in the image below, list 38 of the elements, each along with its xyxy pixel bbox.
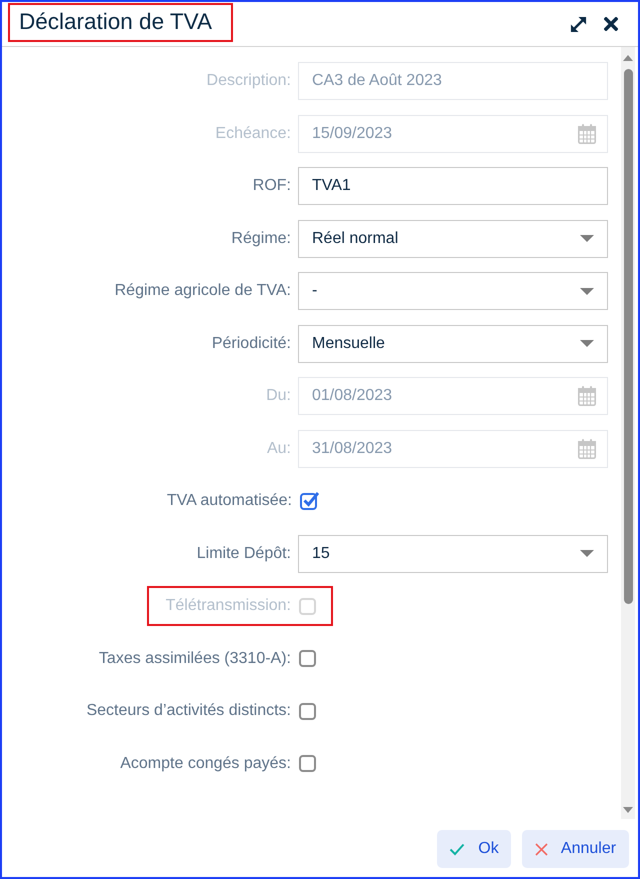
dropdown[interactable]: - bbox=[298, 272, 608, 310]
dropdown[interactable]: 15 bbox=[298, 534, 608, 572]
field-label: Périodicité: bbox=[212, 334, 291, 354]
window-title: Déclaration de TVA bbox=[19, 11, 212, 34]
ok-button[interactable]: Ok bbox=[437, 830, 511, 868]
caret-icon[interactable] bbox=[580, 550, 594, 557]
scrollbar-thumb[interactable] bbox=[624, 69, 632, 604]
checkbox[interactable] bbox=[300, 490, 319, 510]
checkbox[interactable] bbox=[299, 702, 316, 720]
checkbox[interactable] bbox=[299, 650, 316, 667]
cancel-button[interactable]: Annuler bbox=[522, 830, 629, 868]
checkbox[interactable] bbox=[299, 755, 316, 772]
dropdown[interactable]: Réel normal bbox=[298, 220, 608, 258]
field-label: Limite Dépôt: bbox=[196, 544, 291, 564]
close-icon[interactable] bbox=[604, 17, 618, 31]
field-label: Acompte congés payés: bbox=[120, 754, 291, 774]
dropdown[interactable]: Mensuelle bbox=[298, 324, 608, 362]
expand-icon[interactable] bbox=[570, 16, 587, 32]
cross-icon bbox=[534, 842, 548, 856]
field-label: Secteurs d’activités distincts: bbox=[86, 701, 291, 721]
text-field[interactable]: TVA1 bbox=[298, 167, 608, 205]
caret-icon[interactable] bbox=[580, 340, 594, 347]
field-label: Du: bbox=[266, 386, 291, 406]
caret-icon[interactable] bbox=[580, 235, 594, 242]
scroll-up-icon[interactable] bbox=[623, 55, 633, 61]
field-label: Au: bbox=[266, 438, 291, 458]
field-label: TVA automatisée: bbox=[166, 491, 292, 511]
scroll-down-icon[interactable] bbox=[623, 807, 633, 813]
scrollbar[interactable] bbox=[621, 47, 635, 819]
field-label: Télétransmission: bbox=[166, 596, 291, 616]
field-label: Echéance: bbox=[215, 124, 291, 144]
field-label: Régime agricole de TVA: bbox=[114, 281, 291, 301]
check-icon bbox=[449, 842, 466, 856]
field-label: ROF: bbox=[252, 176, 291, 196]
field-label: Régime: bbox=[231, 228, 291, 248]
field-label: Taxes assimilées (3310-A): bbox=[98, 648, 291, 668]
caret-icon[interactable] bbox=[580, 288, 594, 294]
field-label: Description: bbox=[206, 71, 291, 91]
